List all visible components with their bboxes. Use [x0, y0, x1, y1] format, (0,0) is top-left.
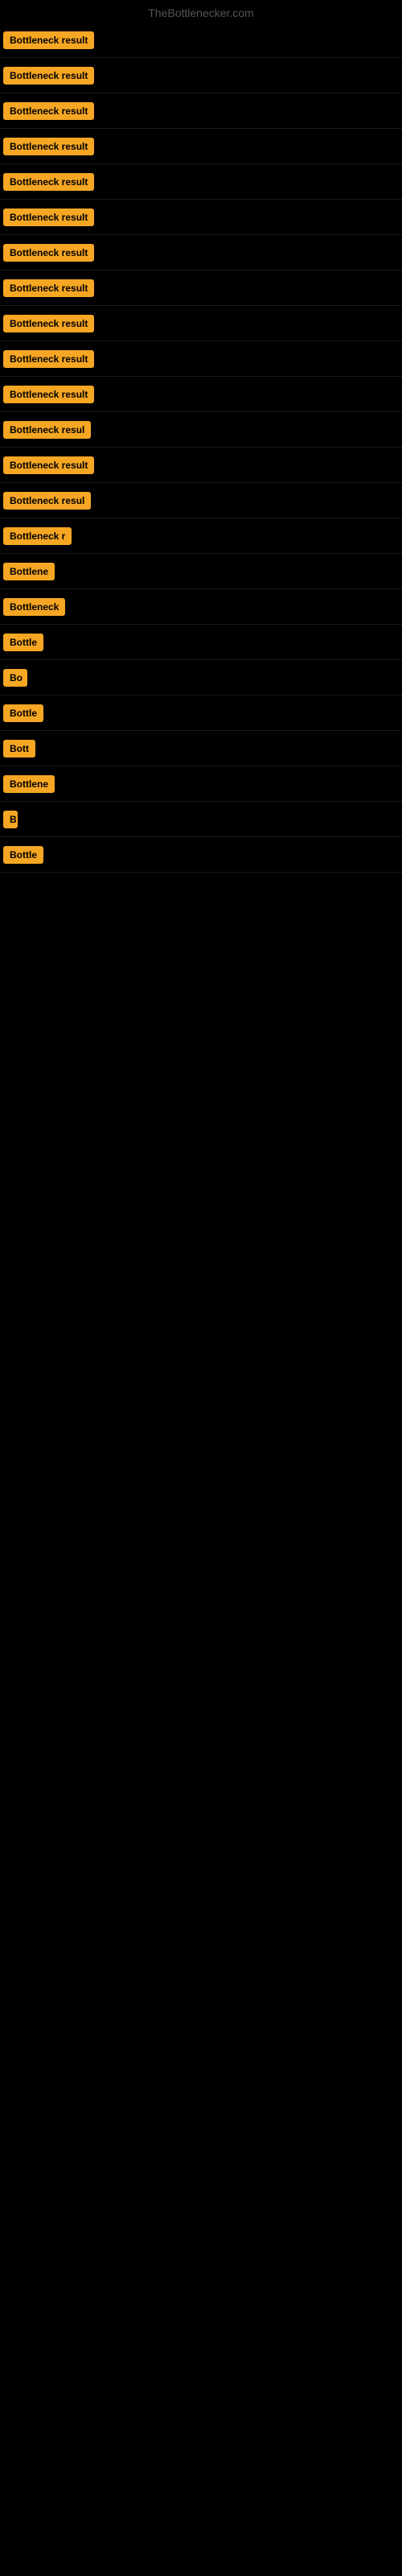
bottleneck-result-badge[interactable]: Bottleneck r: [3, 527, 72, 545]
table-row[interactable]: Bottleneck result: [0, 270, 402, 306]
bottleneck-result-badge[interactable]: Bottle: [3, 634, 43, 651]
bottleneck-result-badge[interactable]: Bottleneck resul: [3, 492, 91, 510]
row-content: Bottleneck result: [3, 350, 399, 368]
table-row[interactable]: Bottleneck result: [0, 164, 402, 200]
bottleneck-result-badge[interactable]: Bottleneck result: [3, 138, 94, 155]
bottleneck-result-badge[interactable]: Bottleneck result: [3, 31, 94, 49]
row-content: Bottleneck result: [3, 315, 399, 332]
row-content: Bottleneck result: [3, 456, 399, 474]
table-row[interactable]: Bottleneck: [0, 589, 402, 625]
table-row[interactable]: Bottleneck r: [0, 518, 402, 554]
site-title: TheBottlenecker.com: [0, 0, 402, 23]
row-content: Bottleneck result: [3, 173, 399, 191]
row-content: Bottle: [3, 846, 399, 864]
row-content: Bottleneck: [3, 598, 399, 616]
table-row[interactable]: Bottleneck result: [0, 306, 402, 341]
row-content: Bottleneck result: [3, 386, 399, 403]
bottleneck-result-badge[interactable]: Bottlene: [3, 775, 55, 793]
row-content: Bottleneck result: [3, 244, 399, 262]
row-content: Bottleneck result: [3, 31, 399, 49]
bottleneck-result-badge[interactable]: Bo: [3, 669, 27, 687]
row-content: Bottleneck result: [3, 102, 399, 120]
bottleneck-result-badge[interactable]: Bottlene: [3, 563, 55, 580]
table-row[interactable]: Bottleneck result: [0, 377, 402, 412]
bottleneck-result-badge[interactable]: Bottleneck: [3, 598, 65, 616]
table-row[interactable]: Bottle: [0, 696, 402, 731]
row-content: Bottleneck resul: [3, 492, 399, 510]
bottleneck-result-badge[interactable]: Bottleneck result: [3, 102, 94, 120]
bottleneck-result-badge[interactable]: Bottleneck result: [3, 279, 94, 297]
row-content: Bottleneck resul: [3, 421, 399, 439]
bottleneck-result-badge[interactable]: Bott: [3, 740, 35, 758]
bottleneck-result-badge[interactable]: Bottleneck result: [3, 173, 94, 191]
row-content: Bo: [3, 669, 399, 687]
table-row[interactable]: Bottle: [0, 625, 402, 660]
bottleneck-result-badge[interactable]: Bottleneck result: [3, 456, 94, 474]
table-row[interactable]: Bottleneck result: [0, 200, 402, 235]
table-row[interactable]: Bottleneck result: [0, 23, 402, 58]
bottleneck-result-badge[interactable]: Bottleneck result: [3, 244, 94, 262]
rows-container: Bottleneck result Bottleneck result Bottle…: [0, 23, 402, 873]
table-row[interactable]: Bottleneck result: [0, 129, 402, 164]
bottleneck-result-badge[interactable]: B: [3, 811, 18, 828]
row-content: Bottle: [3, 704, 399, 722]
table-row[interactable]: Bottlene: [0, 766, 402, 802]
table-row[interactable]: Bo: [0, 660, 402, 696]
table-row[interactable]: Bottleneck resul: [0, 412, 402, 448]
table-row[interactable]: Bottleneck result: [0, 58, 402, 93]
bottleneck-result-badge[interactable]: Bottleneck resul: [3, 421, 91, 439]
bottleneck-result-badge[interactable]: Bottleneck result: [3, 208, 94, 226]
bottleneck-result-badge[interactable]: Bottleneck result: [3, 67, 94, 85]
table-row[interactable]: B: [0, 802, 402, 837]
table-row[interactable]: Bottleneck result: [0, 93, 402, 129]
table-row[interactable]: Bottleneck result: [0, 341, 402, 377]
bottleneck-result-badge[interactable]: Bottle: [3, 846, 43, 864]
row-content: Bottleneck result: [3, 279, 399, 297]
table-row[interactable]: Bott: [0, 731, 402, 766]
bottleneck-result-badge[interactable]: Bottle: [3, 704, 43, 722]
table-row[interactable]: Bottleneck result: [0, 235, 402, 270]
row-content: Bottleneck result: [3, 138, 399, 155]
bottleneck-result-badge[interactable]: Bottleneck result: [3, 386, 94, 403]
bottleneck-result-badge[interactable]: Bottleneck result: [3, 315, 94, 332]
row-content: Bottleneck r: [3, 527, 399, 545]
row-content: Bottlene: [3, 563, 399, 580]
row-content: Bottleneck result: [3, 67, 399, 85]
row-content: Bottlene: [3, 775, 399, 793]
row-content: Bott: [3, 740, 399, 758]
table-row[interactable]: Bottle: [0, 837, 402, 873]
row-content: Bottle: [3, 634, 399, 651]
site-header: TheBottlenecker.com: [0, 0, 402, 23]
table-row[interactable]: Bottleneck resul: [0, 483, 402, 518]
row-content: Bottleneck result: [3, 208, 399, 226]
row-content: B: [3, 811, 399, 828]
table-row[interactable]: Bottleneck result: [0, 448, 402, 483]
bottleneck-result-badge[interactable]: Bottleneck result: [3, 350, 94, 368]
table-row[interactable]: Bottlene: [0, 554, 402, 589]
